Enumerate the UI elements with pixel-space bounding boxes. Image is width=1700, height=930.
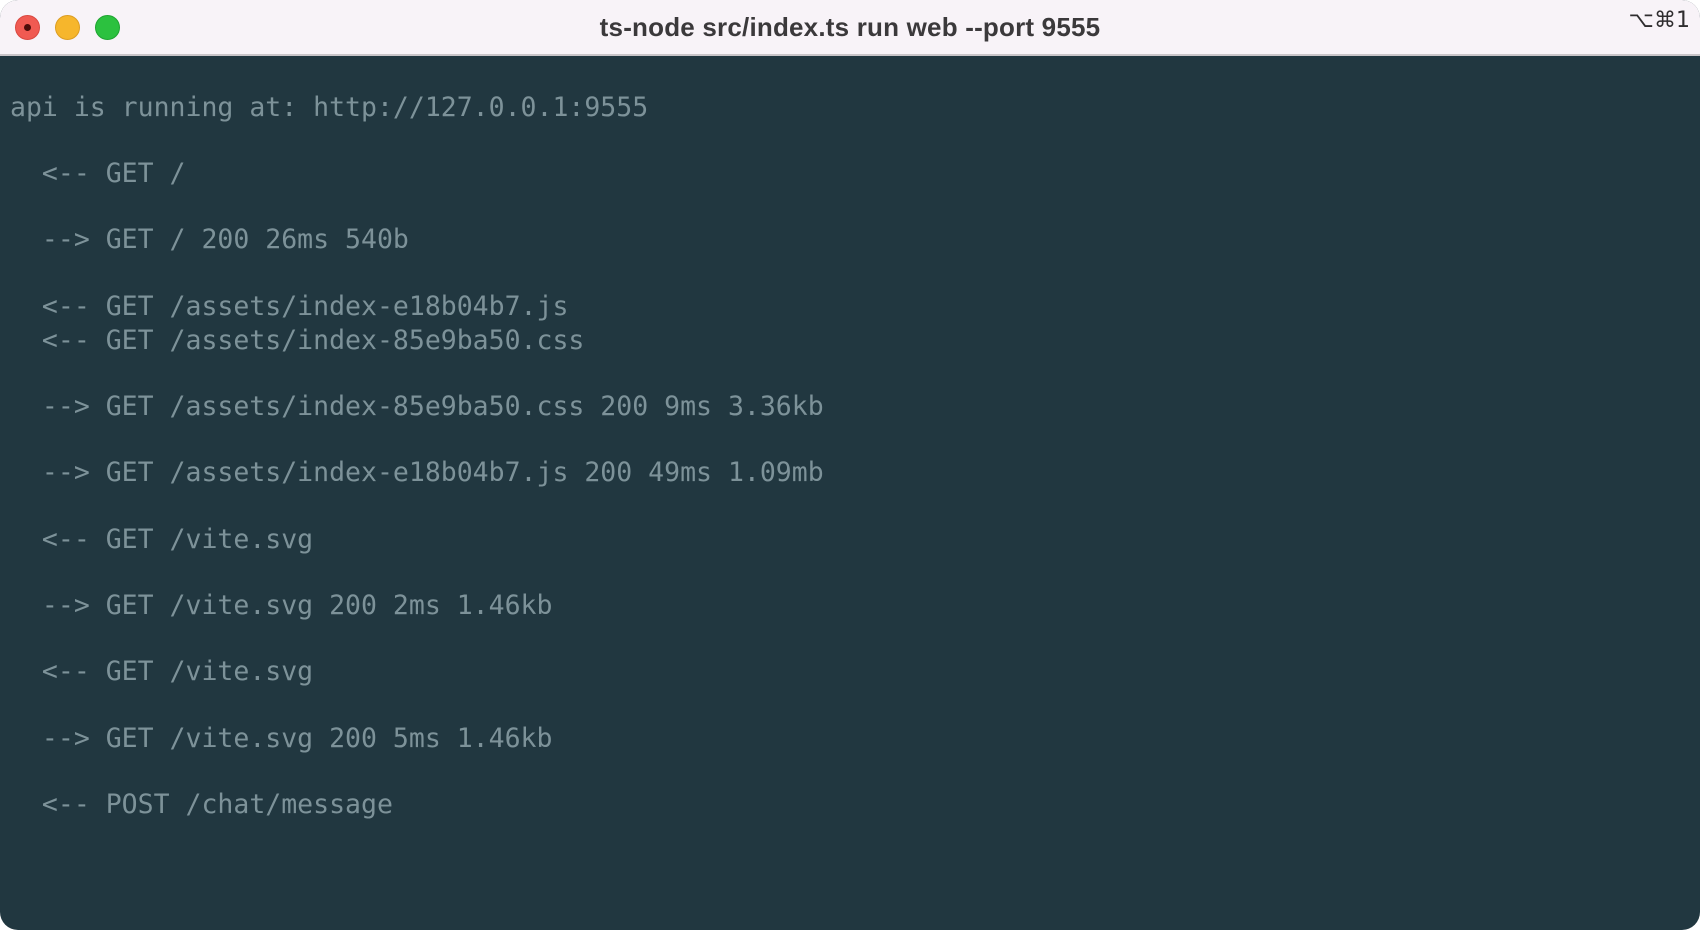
window-title: ts-node src/index.ts run web --port 9555	[599, 12, 1101, 42]
terminal-line: --> GET /vite.svg 200 2ms 1.46kb	[10, 590, 553, 621]
window-shortcut-label: ⌥⌘1	[1628, 8, 1690, 33]
terminal-line: <-- GET /assets/index-e18b04b7.js	[10, 291, 569, 322]
terminal-output[interactable]: api is running at: http://127.0.0.1:9555…	[0, 56, 1700, 930]
title-bar: ts-node src/index.ts run web --port 9555…	[0, 0, 1700, 56]
terminal-window: ts-node src/index.ts run web --port 9555…	[0, 0, 1700, 930]
terminal-line: <-- GET /assets/index-85e9ba50.css	[10, 325, 585, 356]
terminal-line: api is running at: http://127.0.0.1:9555	[10, 92, 649, 123]
terminal-line: --> GET /assets/index-e18b04b7.js 200 49…	[10, 457, 824, 488]
terminal-line: --> GET /vite.svg 200 5ms 1.46kb	[10, 723, 553, 754]
terminal-line: <-- GET /vite.svg	[10, 524, 314, 555]
terminal-line: --> GET / 200 26ms 540b	[10, 224, 409, 255]
terminal-line: <-- POST /chat/message	[10, 789, 393, 820]
terminal-line: --> GET /assets/index-85e9ba50.css 200 9…	[10, 391, 824, 422]
terminal-line: <-- GET /vite.svg	[10, 656, 314, 687]
terminal-line: <-- GET /	[10, 158, 186, 189]
